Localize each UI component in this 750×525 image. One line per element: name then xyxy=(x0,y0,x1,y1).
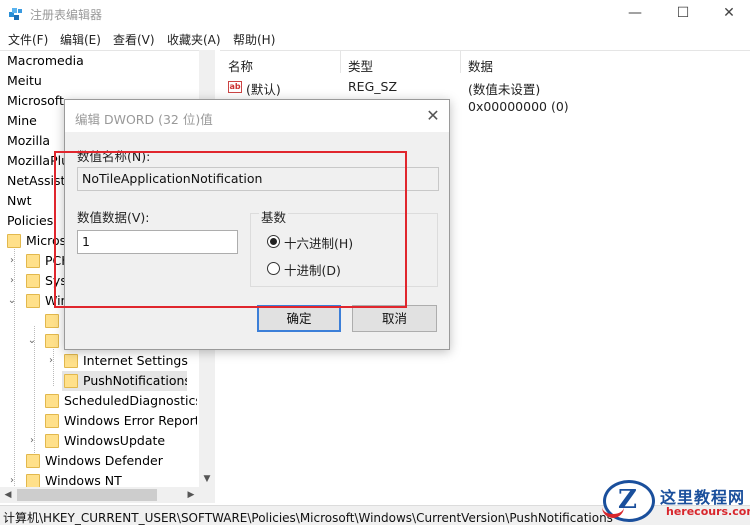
folder-icon xyxy=(45,314,59,328)
string-value-icon: ab xyxy=(228,81,242,93)
registry-path: 计算机\HKEY_CURRENT_USER\SOFTWARE\Policies\… xyxy=(3,511,613,525)
scrollbar-thumb[interactable] xyxy=(17,489,157,501)
ok-button[interactable]: 确定 xyxy=(257,305,341,332)
highlight-annotation xyxy=(54,151,407,308)
tree-item[interactable]: Meitu xyxy=(7,71,197,91)
window-title: 注册表编辑器 xyxy=(30,8,103,22)
folder-icon xyxy=(64,354,78,368)
dialog-title: 编辑 DWORD (32 位)值 xyxy=(75,112,213,127)
tree-item[interactable]: ScheduledDiagnostics xyxy=(0,391,197,411)
menu-bar: 文件(F) 编辑(E) 查看(V) 收藏夹(A) 帮助(H) xyxy=(0,28,750,50)
menu-view[interactable]: 查看(V) xyxy=(113,31,155,48)
folder-icon xyxy=(26,294,40,308)
scroll-left-arrow-icon[interactable]: ◀ xyxy=(0,487,16,503)
column-header-data[interactable]: 数据 xyxy=(468,56,493,75)
maximize-button[interactable]: ☐ xyxy=(660,0,706,28)
folder-icon xyxy=(26,474,40,488)
value-type: REG_SZ xyxy=(348,79,398,94)
close-window-button[interactable]: ✕ xyxy=(706,0,750,28)
dialog-close-icon[interactable]: ✕ xyxy=(423,106,443,126)
title-bar: 注册表编辑器 — ☐ ✕ xyxy=(0,0,750,28)
value-data: (数值未设置) xyxy=(468,82,541,97)
menu-help[interactable]: 帮助(H) xyxy=(233,31,275,48)
tree-item[interactable]: Macromedia xyxy=(7,51,197,71)
value-name[interactable]: (默认) xyxy=(246,79,281,98)
tree-item[interactable]: › WindowsUpdate xyxy=(0,431,197,451)
expand-arrow-icon[interactable]: › xyxy=(46,351,56,371)
menu-file[interactable]: 文件(F) xyxy=(8,31,48,48)
cancel-button[interactable]: 取消 xyxy=(352,305,437,332)
column-header-name[interactable]: 名称 xyxy=(228,56,253,75)
dialog-title-bar: 编辑 DWORD (32 位)值 ✕ xyxy=(65,100,449,132)
tree-item-selected[interactable]: PushNotifications xyxy=(62,371,187,391)
tree-item[interactable]: Windows Error Reporti xyxy=(0,411,197,431)
column-separator[interactable] xyxy=(460,51,461,73)
collapse-arrow-icon[interactable]: ⌄ xyxy=(27,331,37,351)
menu-favorites[interactable]: 收藏夹(A) xyxy=(167,31,221,48)
folder-icon xyxy=(45,414,59,428)
regedit-app-icon xyxy=(9,8,22,20)
folder-icon xyxy=(45,434,59,448)
scroll-down-arrow-icon[interactable]: ▼ xyxy=(199,471,215,487)
collapse-arrow-icon[interactable]: ⌄ xyxy=(7,291,17,311)
column-header-type[interactable]: 类型 xyxy=(348,56,373,75)
expand-arrow-icon[interactable]: › xyxy=(7,251,17,271)
folder-icon xyxy=(26,454,40,468)
watermark-url: herecours.com xyxy=(666,505,750,518)
value-data: 0x00000000 (0) xyxy=(468,99,569,114)
scroll-right-arrow-icon[interactable]: ▶ xyxy=(183,487,199,503)
minimize-button[interactable]: — xyxy=(612,0,658,28)
menu-edit[interactable]: 编辑(E) xyxy=(60,31,101,48)
folder-icon xyxy=(45,334,59,348)
folder-icon xyxy=(7,234,21,248)
tree-item[interactable]: Windows Defender xyxy=(0,451,197,471)
folder-icon xyxy=(45,394,59,408)
column-separator[interactable] xyxy=(340,51,341,73)
folder-icon xyxy=(64,374,78,388)
expand-arrow-icon[interactable]: › xyxy=(7,271,17,291)
expand-arrow-icon[interactable]: › xyxy=(27,431,37,451)
tree-horizontal-scrollbar[interactable]: ◀ ▶ xyxy=(0,487,215,503)
folder-icon xyxy=(26,254,40,268)
tree-item[interactable]: › Internet Settings xyxy=(0,351,197,371)
folder-icon xyxy=(26,274,40,288)
